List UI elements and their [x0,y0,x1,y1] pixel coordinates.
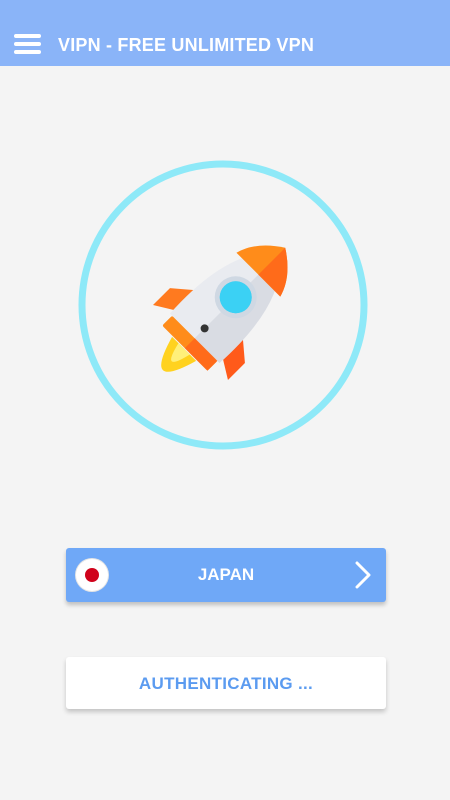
chevron-right-icon [355,561,371,589]
app-title: VIPN - FREE UNLIMITED VPN [58,35,315,55]
rocket-icon [78,160,368,450]
connection-status-label: AUTHENTICATING ... [138,674,314,693]
app-bar: VIPN - FREE UNLIMITED VPN [0,0,450,66]
connection-status-button[interactable]: AUTHENTICATING ... [66,657,386,709]
server-select-button[interactable]: JAPAN [66,548,386,602]
hamburger-menu-icon [14,34,41,38]
connect-button[interactable] [78,160,368,450]
hamburger-menu-icon-line [14,50,41,54]
hamburger-menu-icon-line [14,42,41,46]
server-country-label: JAPAN [197,565,255,584]
menu-button[interactable] [14,34,42,54]
